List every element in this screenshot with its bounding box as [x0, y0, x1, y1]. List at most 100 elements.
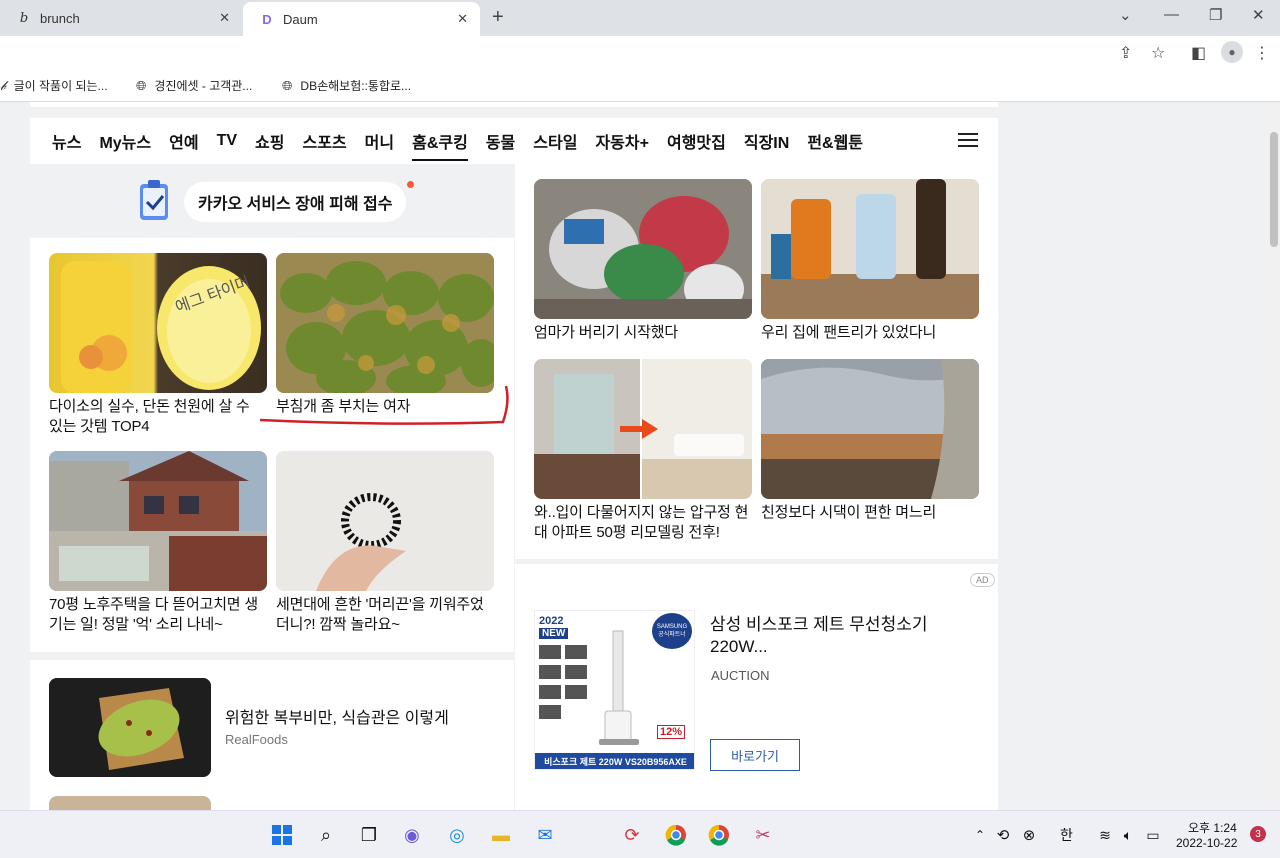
bookmark-label: DB손해보험::통합로...: [300, 79, 412, 93]
nav-work[interactable]: 직장IN: [744, 118, 789, 164]
file-explorer-icon[interactable]: ▬: [489, 823, 513, 847]
ad-product-image[interactable]: 2022 NEW SAMSUNG 공식파트너 12% 비스포크 제트 220W …: [534, 610, 695, 770]
article-caption: 다이소의 실수, 단돈 천원에 살 수 있는 갓템 TOP4: [49, 398, 250, 435]
bookmark-item[interactable]: 𝒷 글이 작품이 되는...: [0, 77, 108, 94]
battery-icon[interactable]: ▭: [1141, 823, 1165, 847]
windows-taskbar: ⌕ ❐ ◉ ◎ ▬ ✉ ⟳ ✂ ⌃ ⟲ ⊗ 한 ≋ 🔈︎ ▭ 오후 1:24 2…: [0, 810, 1280, 858]
article-caption: 70평 노후주택을 다 뜯어고치면 생기는 일! 정말 '억' 소리 나네~: [49, 596, 258, 633]
show-hidden-icons-icon[interactable]: ⌃: [968, 823, 992, 847]
kakao-outage-button[interactable]: 카카오 서비스 장애 피해 접수: [184, 182, 407, 222]
nav-money[interactable]: 머니: [365, 118, 394, 164]
left-card-grid: 에그 타이머 다이소의 실수, 단돈 천원에 살 수 있는 갓템 TOP4 부침…: [30, 238, 514, 652]
article-caption: 우리 집에 팬트리가 있었다니: [761, 324, 937, 341]
sync-app-icon[interactable]: ⟳: [620, 823, 644, 847]
nav-style[interactable]: 스타일: [533, 118, 577, 164]
chrome-icon[interactable]: [664, 823, 688, 847]
menu-dots-icon[interactable]: ⋮: [1254, 43, 1270, 63]
ime-indicator[interactable]: 한: [1060, 825, 1073, 845]
restore-icon[interactable]: ❐: [1209, 6, 1222, 24]
article-card[interactable]: 70평 노후주택을 다 뜯어고치면 생기는 일! 정말 '억' 소리 나네~: [49, 451, 267, 635]
globe-icon: 🌐︎: [282, 77, 293, 93]
tab-search-icon[interactable]: ⌄: [1119, 6, 1132, 24]
sync-status-icon[interactable]: ⟲: [991, 823, 1015, 847]
nav-mynews[interactable]: My뉴스: [99, 118, 151, 164]
bookmark-star-icon[interactable]: ☆: [1151, 43, 1165, 63]
news-title[interactable]: 위험한 복부비만, 식습관은 이렇게: [225, 704, 449, 728]
article-card[interactable]: 친정보다 시댁이 편한 며느리: [761, 359, 979, 523]
globe-icon: 🌐︎: [136, 77, 147, 93]
article-thumbnail: [49, 451, 267, 591]
profile-avatar-icon[interactable]: ●: [1221, 41, 1243, 63]
side-panel-icon[interactable]: ◧: [1191, 43, 1206, 63]
close-tab-icon[interactable]: ✕: [457, 11, 468, 27]
brunch-favicon-icon: b: [19, 10, 29, 26]
nav-fun-webtoon[interactable]: 펀&웹툰: [807, 118, 863, 164]
wifi-icon[interactable]: ≋: [1093, 823, 1117, 847]
nav-news[interactable]: 뉴스: [52, 118, 81, 164]
tab-title: brunch: [40, 10, 80, 26]
snipping-tool-icon[interactable]: ✂: [751, 823, 775, 847]
bookmark-item[interactable]: 🌐︎ 경진에셋 - 고객관...: [136, 77, 252, 94]
volume-icon[interactable]: 🔈︎: [1116, 823, 1140, 847]
article-thumbnail: [276, 253, 494, 393]
teams-chat-icon[interactable]: ◉: [400, 823, 424, 847]
clock-date[interactable]: 2022-10-22: [1176, 836, 1237, 850]
windows-start-icon[interactable]: [270, 823, 294, 847]
ad-go-button[interactable]: 바로가기: [710, 739, 800, 771]
close-tab-icon[interactable]: ✕: [219, 10, 230, 26]
nav-animals[interactable]: 동물: [486, 118, 515, 164]
article-card[interactable]: 우리 집에 팬트리가 있었다니: [761, 179, 979, 343]
news-thumbnail[interactable]: [49, 678, 211, 777]
clock-time[interactable]: 오후 1:24: [1188, 819, 1237, 836]
article-thumbnail: [534, 359, 752, 499]
window-close-icon[interactable]: ✕: [1252, 6, 1265, 24]
close-circle-icon[interactable]: ⊗: [1017, 823, 1041, 847]
category-nav: 뉴스 My뉴스 연예 TV 쇼핑 스포츠 머니 홈&쿠킹 동물 스타일 자동차+…: [30, 118, 998, 164]
browser-toolbar: ⇪ ☆ ◧ ⋮: [0, 36, 1280, 70]
article-thumbnail: [761, 359, 979, 499]
share-icon[interactable]: ⇪: [1119, 43, 1132, 63]
mail-icon[interactable]: ✉: [533, 823, 557, 847]
bookmark-item[interactable]: 🌐︎ DB손해보험::통합로...: [282, 77, 411, 94]
news-source: RealFoods: [225, 732, 288, 747]
article-card[interactable]: 와..입이 다물어지지 않는 압구정 현대 아파트 50평 리모델링 전후!: [534, 359, 752, 543]
nav-cars[interactable]: 자동차+: [595, 118, 649, 164]
nav-travel[interactable]: 여행맛집: [667, 118, 726, 164]
red-underline-annotation: [259, 385, 509, 425]
tab-strip: b brunch ✕ D Daum ✕ + ⌄ — ❐ ✕: [0, 0, 1280, 36]
article-card[interactable]: 엄마가 버리기 시작했다: [534, 179, 752, 343]
bookmark-label: 글이 작품이 되는...: [13, 79, 108, 93]
ad-title[interactable]: 삼성 비스포크 제트 무선청소기 220W...: [710, 614, 982, 658]
article-card[interactable]: 세면대에 흔한 '머리끈'을 끼워주었더니?! 깜짝 놀라요~: [276, 451, 494, 635]
search-icon[interactable]: ⌕: [314, 823, 338, 847]
news-thumbnail[interactable]: [49, 796, 211, 810]
tab-title: Daum: [283, 11, 318, 27]
nav-sports[interactable]: 스포츠: [302, 118, 346, 164]
nav-entertainment[interactable]: 연예: [169, 118, 198, 164]
scrollbar-thumb[interactable]: [1270, 132, 1278, 247]
article-caption: 엄마가 버리기 시작했다: [534, 324, 678, 341]
nav-home-cooking[interactable]: 홈&쿠킹: [412, 118, 468, 164]
article-caption: 세면대에 흔한 '머리끈'을 끼워주었더니?! 깜짝 놀라요~: [276, 596, 484, 633]
hamburger-menu-icon[interactable]: [958, 133, 978, 147]
article-thumbnail: [276, 451, 494, 591]
minimize-icon[interactable]: —: [1164, 6, 1179, 23]
chrome-icon[interactable]: [707, 823, 731, 847]
article-card[interactable]: 에그 타이머 다이소의 실수, 단돈 천원에 살 수 있는 갓템 TOP4: [49, 253, 267, 437]
article-thumbnail: [761, 179, 979, 319]
edge-icon[interactable]: ◎: [445, 823, 469, 847]
article-caption: 와..입이 다물어지지 않는 압구정 현대 아파트 50평 리모델링 전후!: [534, 504, 749, 541]
tab-brunch[interactable]: b brunch ✕: [0, 0, 242, 36]
vacuum-illustration: [539, 630, 639, 745]
new-tab-icon[interactable]: +: [492, 6, 504, 29]
page-scrollbar[interactable]: [1268, 102, 1280, 810]
article-thumbnail: 에그 타이머: [49, 253, 267, 393]
brunch-favicon-icon: 𝒷: [0, 77, 6, 93]
nav-shopping[interactable]: 쇼핑: [255, 118, 284, 164]
task-view-icon[interactable]: ❐: [357, 823, 381, 847]
avocado-toast-illustration: [49, 678, 211, 777]
article-caption: 친정보다 시댁이 편한 며느리: [761, 504, 937, 521]
nav-tv[interactable]: TV: [217, 118, 237, 164]
notification-count-badge[interactable]: 3: [1250, 826, 1266, 842]
tab-daum[interactable]: D Daum ✕: [243, 2, 480, 36]
